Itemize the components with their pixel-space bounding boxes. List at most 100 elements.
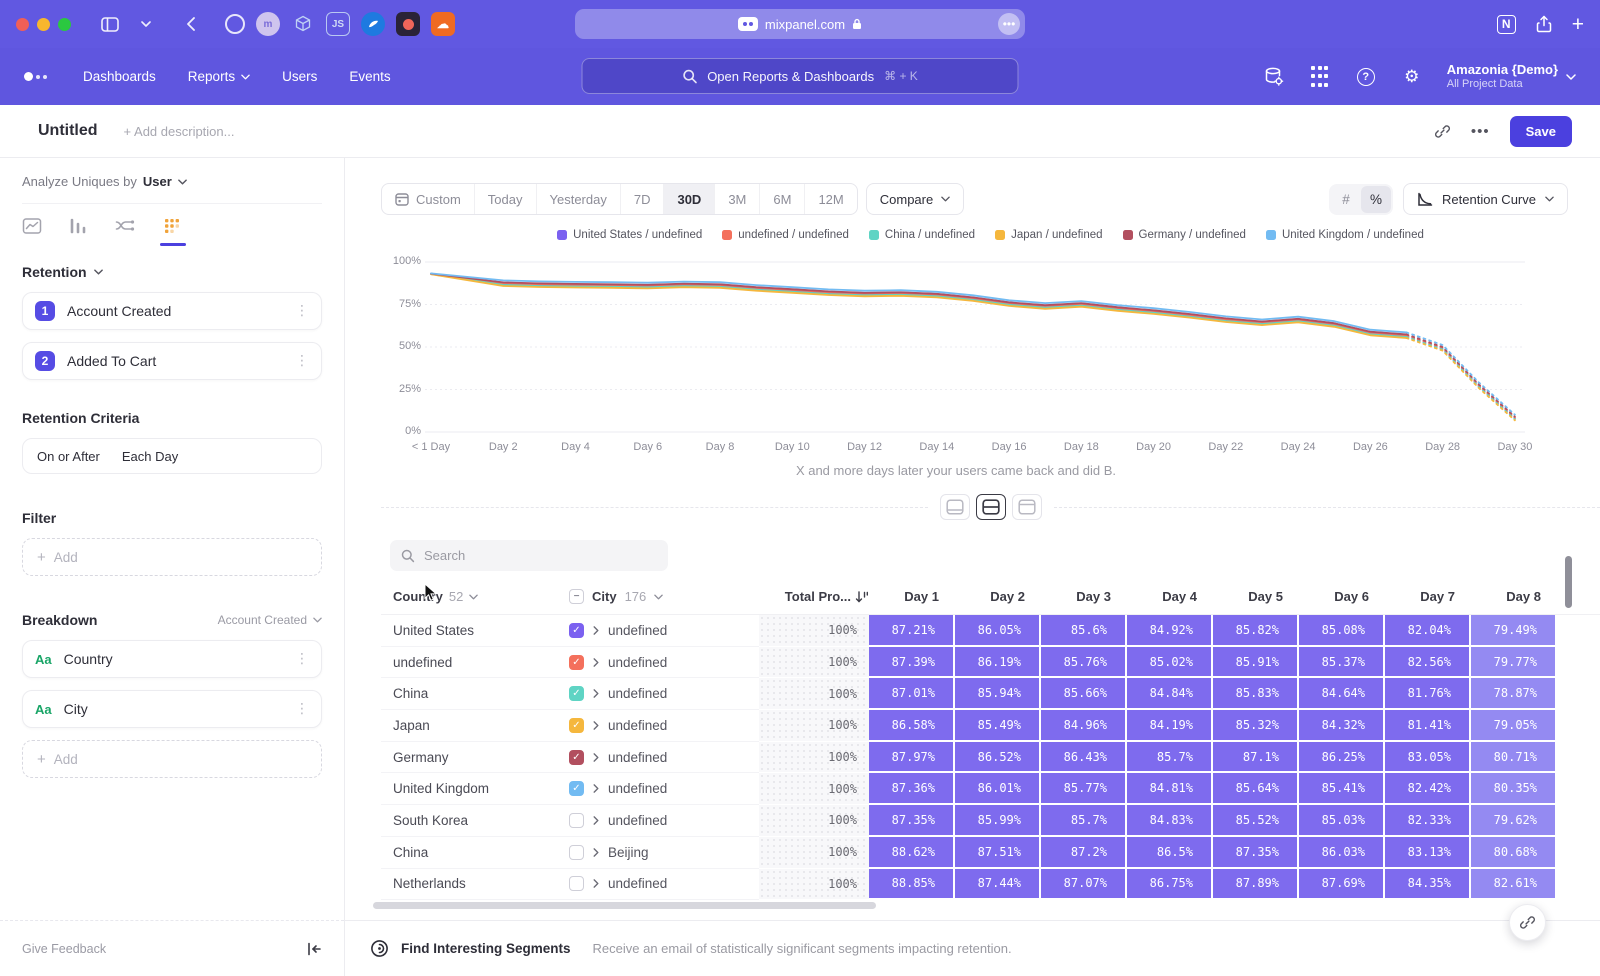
row-checkbox[interactable] [569,876,584,891]
expand-row-icon[interactable] [593,686,599,701]
add-breakdown-button[interactable]: + Add [22,740,322,778]
row-country-cell[interactable]: Japan [381,710,569,742]
retention-value-cell[interactable]: 84.92% [1127,615,1213,647]
retention-value-cell[interactable]: 87.36% [869,773,955,805]
project-switcher[interactable]: Amazonia {Demo} All Project Data [1447,62,1576,91]
series-line[interactable] [1407,337,1515,419]
maximize-window-button[interactable] [58,18,71,31]
extension-icon[interactable]: m [256,12,280,36]
retention-value-cell[interactable]: 86.5% [1127,837,1213,869]
breakdown-event-selector[interactable]: Account Created [218,613,322,627]
retention-value-cell[interactable]: 82.61% [1471,869,1557,901]
retention-value-cell[interactable]: 84.96% [1041,710,1127,742]
breakdown-card-city[interactable]: Aa City ⋮ [22,690,322,728]
compare-button[interactable]: Compare [866,183,964,215]
retention-value-cell[interactable]: 87.39% [869,647,955,679]
retention-value-cell[interactable]: 79.49% [1471,615,1557,647]
retention-value-cell[interactable]: 86.43% [1041,742,1127,774]
retention-value-cell[interactable]: 85.91% [1213,647,1299,679]
retention-section-header[interactable]: Retention [22,264,322,280]
tab-insights[interactable] [22,216,42,246]
retention-value-cell[interactable]: 83.05% [1385,742,1471,774]
new-tab-icon[interactable]: + [1572,14,1584,35]
legend-item[interactable]: United Kingdom / undefined [1266,229,1424,241]
day-column-header[interactable]: Day 4 [1127,589,1213,604]
extension-icon[interactable] [396,12,420,36]
date-range-custom[interactable]: Custom [382,184,474,214]
retention-value-cell[interactable]: 80.35% [1471,773,1557,805]
retention-value-cell[interactable]: 79.77% [1471,647,1557,679]
day-column-header[interactable]: Day 7 [1385,589,1471,604]
retention-value-cell[interactable]: 81.41% [1385,710,1471,742]
column-header-total[interactable]: Total Pro... [759,589,869,604]
retention-value-cell[interactable]: 85.6% [1041,615,1127,647]
row-checkbox[interactable]: ✓ [569,781,584,796]
view-chart-only-button[interactable] [940,494,970,520]
save-button[interactable]: Save [1510,116,1572,147]
absolute-values-toggle[interactable]: # [1331,186,1361,213]
row-country-cell[interactable]: United States [381,615,569,647]
legend-item[interactable]: undefined / undefined [722,229,849,241]
row-city-cell[interactable]: undefined [569,869,759,901]
retention-value-cell[interactable]: 79.62% [1471,805,1557,837]
retention-value-cell[interactable]: 88.62% [869,837,955,869]
extension-icon[interactable]: ☁ [431,12,455,36]
date-range-30d[interactable]: 30D [663,184,714,214]
date-range-today[interactable]: Today [474,184,536,214]
retention-value-cell[interactable]: 86.03% [1299,837,1385,869]
row-city-cell[interactable]: ✓undefined [569,773,759,805]
day-column-header[interactable]: Day 3 [1041,589,1127,604]
retention-criteria-card[interactable]: On or After Each Day [22,438,322,474]
row-country-cell[interactable]: undefined [381,647,569,679]
retention-value-cell[interactable]: 86.19% [955,647,1041,679]
date-range-6m[interactable]: 6M [759,184,804,214]
row-city-cell[interactable]: ✓undefined [569,710,759,742]
retention-value-cell[interactable]: 80.68% [1471,837,1557,869]
view-split-button[interactable] [976,494,1006,520]
column-header-country[interactable]: Country 52 [381,589,569,604]
expand-row-icon[interactable] [593,750,599,765]
mixpanel-logo[interactable] [24,72,47,81]
retention-value-cell[interactable]: 85.94% [955,678,1041,710]
retention-value-cell[interactable]: 85.7% [1127,742,1213,774]
back-icon[interactable] [177,11,203,37]
series-line[interactable] [1407,338,1515,420]
retention-value-cell[interactable]: 84.84% [1127,678,1213,710]
kebab-menu-icon[interactable]: ⋮ [295,651,309,667]
retention-value-cell[interactable]: 80.71% [1471,742,1557,774]
copy-link-icon[interactable] [1434,123,1451,140]
date-range-3m[interactable]: 3M [714,184,759,214]
kebab-menu-icon[interactable]: ⋮ [295,353,309,369]
retention-value-cell[interactable]: 87.44% [955,869,1041,901]
browser-sidebar-icon[interactable] [97,11,123,37]
column-header-city[interactable]: − City 176 [569,589,759,604]
report-title[interactable]: Untitled [38,122,98,140]
retention-value-cell[interactable]: 82.42% [1385,773,1471,805]
day-column-header[interactable]: Day 6 [1299,589,1385,604]
row-country-cell[interactable]: United Kingdom [381,773,569,805]
address-bar[interactable]: mixpanel.com ••• [575,9,1025,39]
row-country-cell[interactable]: South Korea [381,805,569,837]
retention-value-cell[interactable]: 85.08% [1299,615,1385,647]
retention-value-cell[interactable]: 88.85% [869,869,955,901]
retention-value-cell[interactable]: 87.07% [1041,869,1127,901]
retention-value-cell[interactable]: 85.77% [1041,773,1127,805]
day-column-header[interactable]: Day 1 [869,589,955,604]
retention-value-cell[interactable]: 87.51% [955,837,1041,869]
retention-value-cell[interactable]: 84.32% [1299,710,1385,742]
retention-value-cell[interactable]: 85.49% [955,710,1041,742]
expand-row-icon[interactable] [593,623,599,638]
expand-row-icon[interactable] [593,718,599,733]
row-checkbox[interactable]: ✓ [569,686,584,701]
minimize-window-button[interactable] [37,18,50,31]
retention-value-cell[interactable]: 85.7% [1041,805,1127,837]
retention-value-cell[interactable]: 82.33% [1385,805,1471,837]
day-column-header[interactable]: Day 8 [1471,589,1557,604]
criteria-mode[interactable]: On or After [37,449,100,464]
retention-value-cell[interactable]: 87.69% [1299,869,1385,901]
legend-item[interactable]: China / undefined [869,229,975,241]
day-column-header[interactable]: Day 5 [1213,589,1299,604]
chevron-down-icon[interactable] [133,11,159,37]
retention-value-cell[interactable]: 86.01% [955,773,1041,805]
row-checkbox[interactable]: ✓ [569,623,584,638]
